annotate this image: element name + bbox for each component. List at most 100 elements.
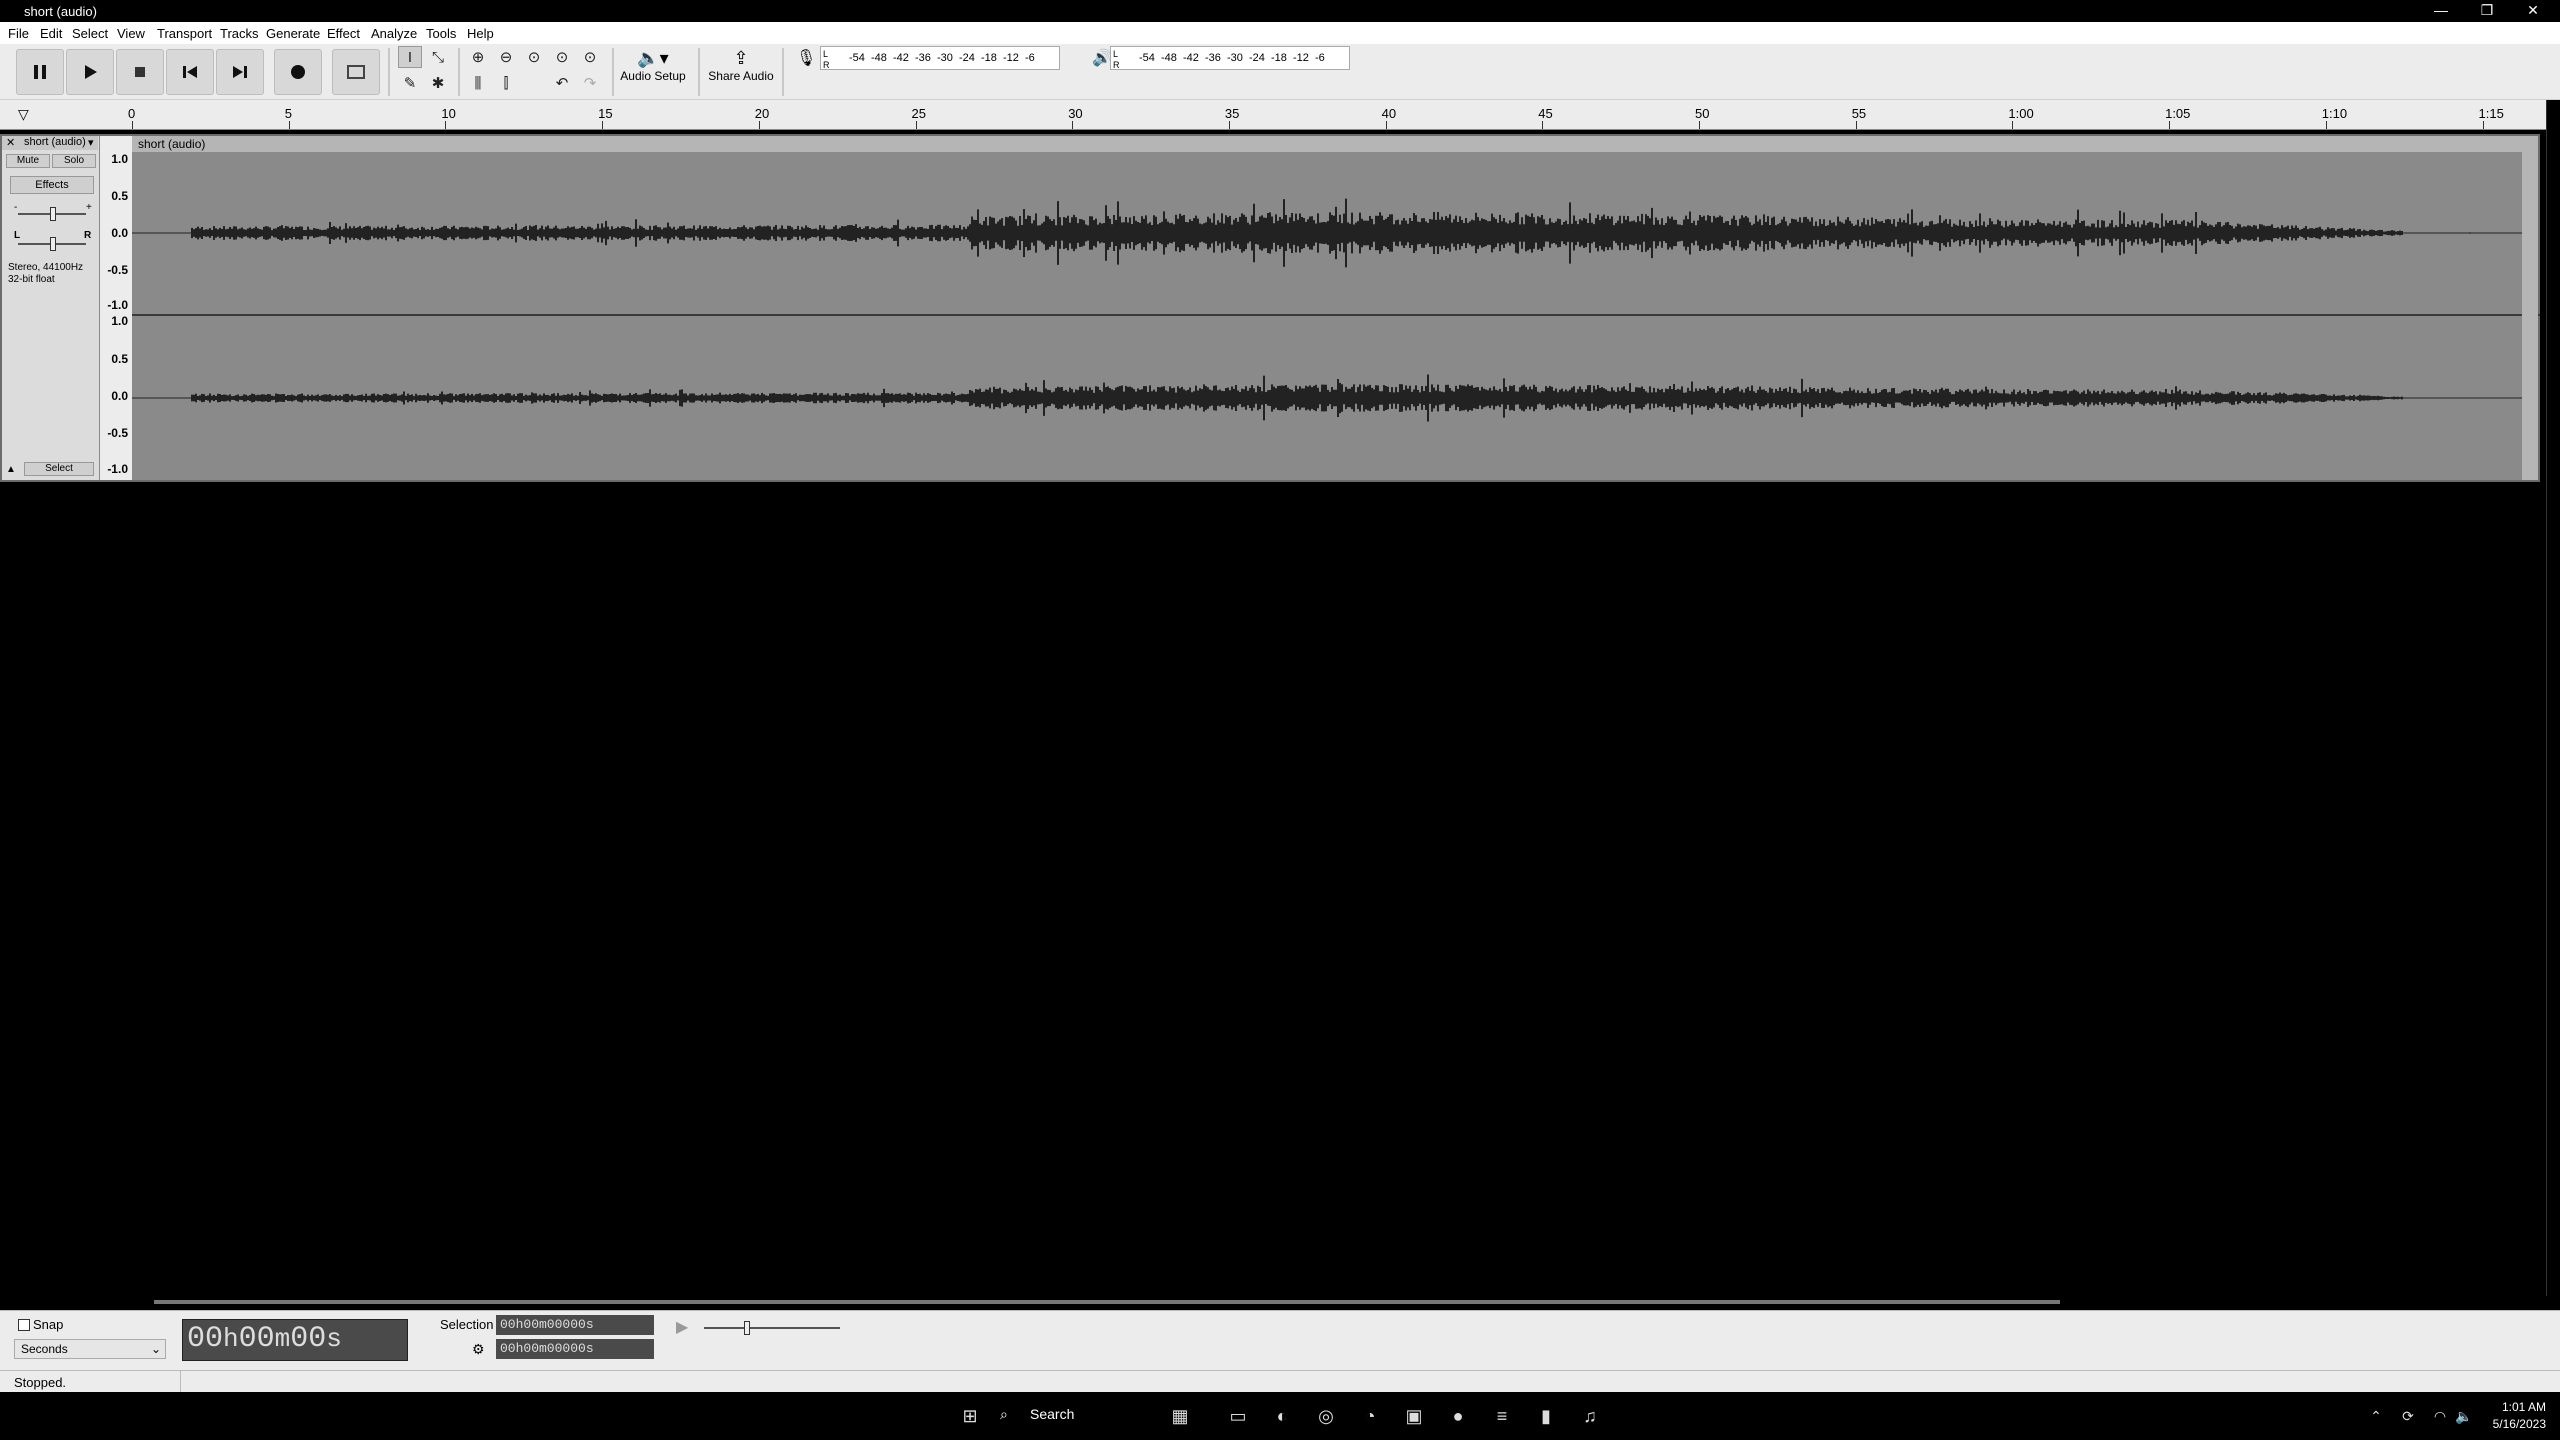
fit-selection-icon[interactable]: ⊙	[522, 46, 546, 68]
timeline-ruler[interactable]: ▽ 0 5 10 15 20 25 30 35 40 45 50 55 1:00 1:05 1:10 1:15	[0, 100, 2560, 130]
volume-icon[interactable]: 🔈	[2452, 1404, 2476, 1428]
mute-button[interactable]: Mute	[6, 154, 50, 168]
clock-date[interactable]: 5/16/2023	[2488, 1417, 2546, 1431]
selection-start-field[interactable]: 00h00m00000s	[496, 1315, 654, 1335]
terminal-icon[interactable]: ▣	[1402, 1404, 1426, 1428]
draw-tool-icon[interactable]: ✎	[398, 72, 422, 94]
close-button[interactable]: ✕	[2510, 0, 2556, 22]
playback-speaker-icon[interactable]: 🔊	[1092, 48, 1112, 68]
app-icon[interactable]: ▦	[1168, 1404, 1192, 1428]
effects-button[interactable]: Effects	[10, 176, 94, 194]
window-title: short (audio)	[24, 4, 97, 19]
meter-tick-label: -12	[1003, 52, 1019, 64]
play-speed-slider-thumb[interactable]	[744, 1321, 750, 1335]
play-button[interactable]	[66, 49, 114, 95]
trim-icon[interactable]: ⫼	[466, 72, 490, 94]
loop-button[interactable]	[332, 49, 380, 95]
menu-generate[interactable]: Generate	[266, 26, 320, 41]
solo-button[interactable]: Solo	[52, 154, 96, 168]
app-icon[interactable]: ▮	[1534, 1404, 1558, 1428]
meter-tick-label: -36	[915, 52, 931, 64]
play-speed-slider[interactable]	[704, 1327, 840, 1329]
vertical-amplitude-ruler: 1.0 0.5 0.0 -0.5 -1.0 1.0 0.5 0.0 -0.5 -…	[100, 136, 132, 480]
track-name-menu[interactable]: short (audio)	[24, 136, 86, 148]
github-icon[interactable]: ●	[1446, 1404, 1470, 1428]
menu-effect[interactable]: Effect	[327, 26, 360, 41]
microphone-icon[interactable]: 🎙	[796, 48, 816, 68]
timeline-options-icon[interactable]: ▽	[18, 106, 29, 123]
snap-unit-select[interactable]: Seconds ⌄	[14, 1339, 166, 1359]
time-display[interactable]: 00h00m00s	[182, 1319, 408, 1361]
redo-icon[interactable]: ↷	[578, 72, 602, 94]
browser-icon[interactable]: ◎	[1314, 1404, 1338, 1428]
zoom-in-icon[interactable]: ⊕	[466, 46, 490, 68]
selection-label: Selection	[440, 1317, 494, 1332]
menu-analyze[interactable]: Analyze	[371, 26, 417, 41]
menu-select[interactable]: Select	[72, 26, 108, 41]
ruler-tick-label: 25	[911, 106, 926, 121]
skip-end-button[interactable]	[216, 49, 264, 95]
horizontal-scrollbar-thumb[interactable]	[154, 1300, 2060, 1304]
steam-icon[interactable]: ◔	[1358, 1404, 1382, 1428]
pause-button[interactable]	[16, 49, 64, 95]
tray-chevron-icon[interactable]: ⌃	[2364, 1404, 2388, 1428]
menu-help[interactable]: Help	[467, 26, 494, 41]
track-close-icon[interactable]: ✕	[6, 136, 15, 149]
scale-label: 1.0	[111, 152, 128, 166]
track-info-bitdepth: 32-bit float	[8, 274, 55, 285]
selection-tool-icon[interactable]: I	[398, 46, 422, 68]
menu-tracks[interactable]: Tracks	[220, 26, 259, 41]
fit-project-icon[interactable]: ⊙	[550, 46, 574, 68]
audio-setup-button[interactable]: 🔈▾ Audio Setup	[618, 48, 688, 98]
sync-icon[interactable]: ⟳	[2396, 1404, 2420, 1428]
selection-settings-icon[interactable]: ⚙	[472, 1341, 485, 1358]
right-channel-waveform-area[interactable]	[132, 316, 2522, 480]
track-menu-chevron-icon[interactable]: ▾	[88, 136, 94, 149]
minimize-button[interactable]: —	[2418, 0, 2464, 22]
record-button[interactable]	[274, 49, 322, 95]
vertical-scrollbar[interactable]	[2546, 100, 2560, 1296]
taskbar-search[interactable]: Search	[1030, 1406, 1074, 1422]
collapse-track-icon[interactable]: ▲	[6, 464, 16, 475]
selection-end-field[interactable]: 00h00m00000s	[496, 1339, 654, 1359]
search-icon[interactable]: ⌕	[1000, 1406, 1008, 1423]
zoom-toggle-icon[interactable]: ⊙	[578, 46, 602, 68]
snap-label: Snap	[33, 1317, 64, 1332]
playback-meter[interactable]: L R -54 -48 -42 -36 -30 -24 -18 -12 -6	[1110, 46, 1350, 70]
app-icon[interactable]: ◐	[1270, 1404, 1294, 1428]
clip-header[interactable]: short (audio)	[132, 136, 2522, 152]
restore-button[interactable]: ❐	[2464, 0, 2510, 22]
gain-slider-thumb[interactable]	[50, 207, 56, 221]
silence-icon[interactable]: ⫿	[494, 72, 518, 94]
snap-checkbox[interactable]	[18, 1319, 30, 1331]
menu-file[interactable]: File	[8, 26, 29, 41]
horizontal-scrollbar[interactable]	[0, 1296, 2560, 1310]
left-channel-waveform-area[interactable]	[132, 152, 2522, 314]
multi-tool-icon[interactable]: ✱	[426, 72, 450, 94]
skip-start-button[interactable]	[166, 49, 214, 95]
zoom-out-icon[interactable]: ⊖	[494, 46, 518, 68]
scale-label: 0.5	[111, 189, 128, 203]
record-meter[interactable]: L R -54 -48 -42 -36 -30 -24 -18 -12 -6	[820, 46, 1060, 70]
audacity-icon[interactable]: ♫	[1578, 1404, 1602, 1428]
menu-edit[interactable]: Edit	[40, 26, 62, 41]
stop-button[interactable]	[116, 49, 164, 95]
app-icon[interactable]: ≡	[1490, 1404, 1514, 1428]
menu-tools[interactable]: Tools	[426, 26, 456, 41]
wifi-icon[interactable]: ◠	[2428, 1404, 2452, 1428]
start-icon[interactable]: ⊞	[958, 1404, 982, 1428]
undo-icon[interactable]: ↶	[550, 72, 574, 94]
pan-slider-thumb[interactable]	[50, 237, 56, 251]
clock-time[interactable]: 1:01 AM	[2492, 1400, 2546, 1414]
selection-toolbar: Snap Seconds ⌄ 00h00m00s Selection ⚙ 00h…	[0, 1310, 2560, 1370]
gain-plus-label: +	[86, 202, 92, 213]
play-icon	[85, 65, 97, 79]
menu-view[interactable]: View	[117, 26, 145, 41]
menu-transport[interactable]: Transport	[157, 26, 212, 41]
play-at-speed-icon[interactable]: ▶	[676, 1317, 688, 1337]
file-explorer-icon[interactable]: ▭	[1226, 1404, 1250, 1428]
select-track-button[interactable]: Select	[24, 462, 94, 476]
share-audio-button[interactable]: ⇪ Share Audio	[706, 48, 776, 98]
clip-right-edge	[2522, 136, 2538, 480]
envelope-tool-icon[interactable]: ⤡	[426, 46, 450, 68]
